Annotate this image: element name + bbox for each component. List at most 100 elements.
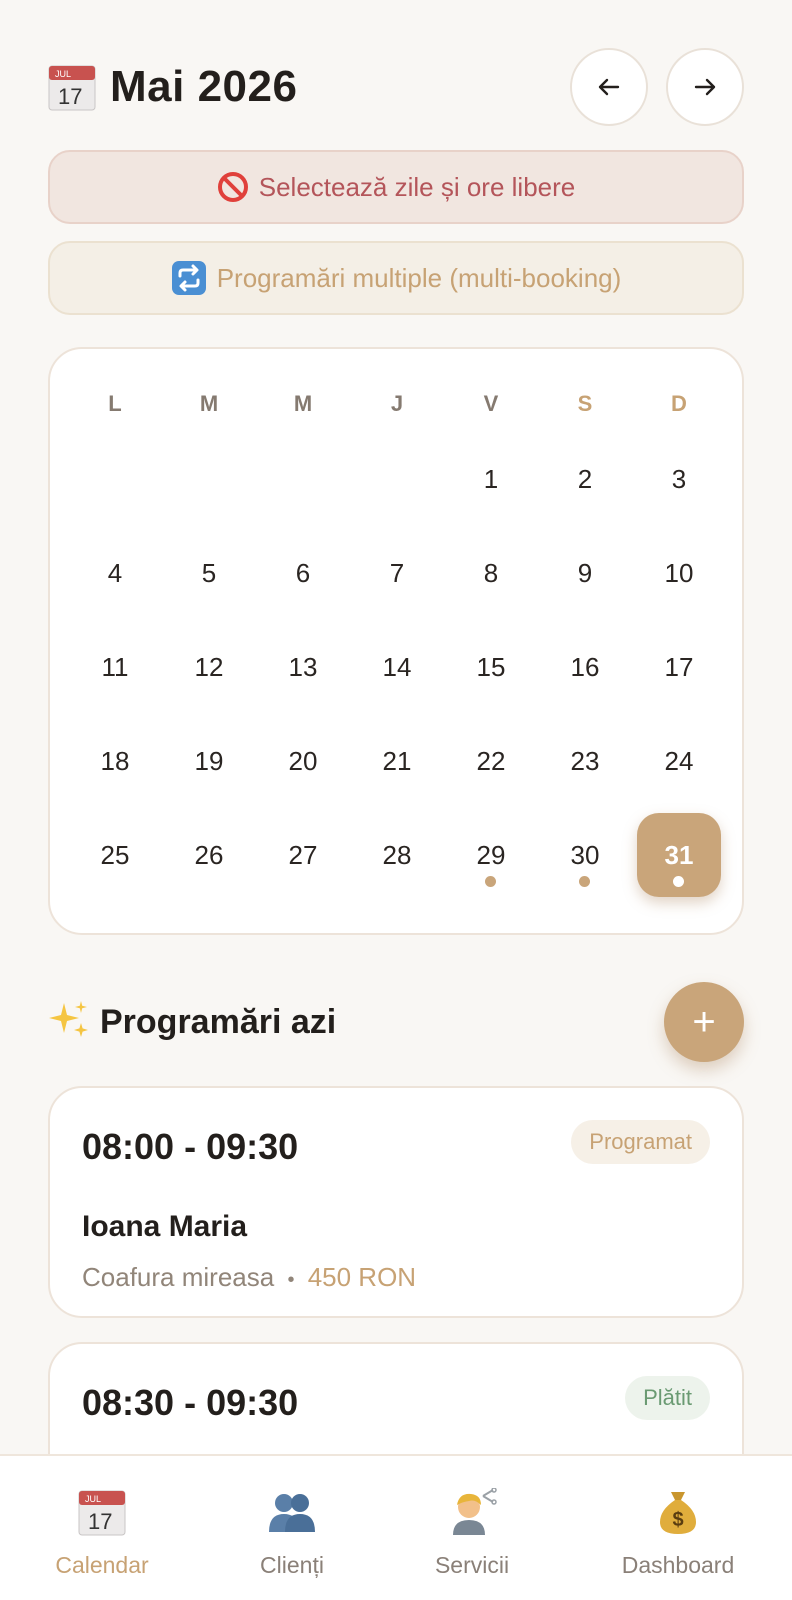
calendar-day[interactable]: 11 bbox=[73, 625, 157, 709]
calendar-day[interactable]: 23 bbox=[543, 719, 627, 803]
client-name: Ioana Maria bbox=[82, 1210, 248, 1243]
day-number: 5 bbox=[201, 558, 217, 588]
appointment-dot bbox=[673, 876, 684, 887]
calendar-day[interactable]: 24 bbox=[637, 719, 721, 803]
page-title: Mai 2026 bbox=[110, 62, 298, 111]
add-appointment-button[interactable]: + bbox=[664, 982, 744, 1062]
status-badge: Plătit bbox=[625, 1376, 710, 1420]
calendar-day[interactable]: 27 bbox=[261, 813, 345, 897]
calendar-day[interactable]: 31 bbox=[637, 813, 721, 897]
bottom-tab-bar: JUL 17 Calendar Clienți Servicii $ Dashb… bbox=[0, 1454, 792, 1600]
calendar-day[interactable]: 6 bbox=[261, 531, 345, 615]
calendar-day[interactable]: 8 bbox=[449, 531, 533, 615]
day-number: 18 bbox=[100, 746, 130, 776]
day-number: 27 bbox=[288, 840, 318, 870]
day-number: 21 bbox=[382, 746, 412, 776]
people-icon bbox=[202, 1486, 382, 1538]
day-number: 31 bbox=[664, 840, 694, 870]
calendar-day[interactable]: 13 bbox=[261, 625, 345, 709]
day-number: 4 bbox=[107, 558, 123, 588]
calendar-day[interactable]: 7 bbox=[355, 531, 439, 615]
svg-text:$: $ bbox=[672, 1509, 683, 1531]
hairdresser-icon bbox=[382, 1486, 562, 1538]
svg-text:JUL: JUL bbox=[85, 1494, 101, 1504]
calendar-day[interactable]: 14 bbox=[355, 625, 439, 709]
meta-separator: • bbox=[287, 1269, 295, 1291]
calendar-day[interactable]: 22 bbox=[449, 719, 533, 803]
day-number: 29 bbox=[476, 840, 506, 870]
day-number: 22 bbox=[476, 746, 506, 776]
calendar-day[interactable]: 15 bbox=[449, 625, 533, 709]
day-number: 13 bbox=[288, 652, 318, 682]
multi-booking-label: Programări multiple (multi-booking) bbox=[216, 262, 622, 293]
day-number: 28 bbox=[382, 840, 412, 870]
tab-label: Dashboard bbox=[621, 1552, 735, 1578]
calendar-day[interactable]: 9 bbox=[543, 531, 627, 615]
calendar-icon: JUL 17 bbox=[48, 63, 96, 111]
appointment-time: 08:30 - 09:30 bbox=[82, 1382, 299, 1423]
calendar-day[interactable]: 28 bbox=[355, 813, 439, 897]
day-number: 26 bbox=[194, 840, 224, 870]
next-month-button[interactable] bbox=[666, 48, 744, 126]
calendar-day[interactable]: 29 bbox=[449, 813, 533, 897]
calendar-day[interactable]: 19 bbox=[167, 719, 251, 803]
weekday-header: D bbox=[671, 391, 687, 416]
arrow-left-icon bbox=[598, 78, 620, 96]
calendar-day[interactable]: 17 bbox=[637, 625, 721, 709]
day-number: 1 bbox=[483, 464, 499, 494]
calendar-day[interactable]: 1 bbox=[449, 437, 533, 521]
calendar-day[interactable]: 20 bbox=[261, 719, 345, 803]
today-appointments-header: Programări azi + bbox=[48, 982, 744, 1062]
appointment-time: 08:00 - 09:30 bbox=[82, 1126, 299, 1167]
weekday-header: V bbox=[483, 391, 499, 416]
day-number: 24 bbox=[664, 746, 694, 776]
appointment-card[interactable]: 08:00 - 09:30 Programat Ioana Maria Coaf… bbox=[48, 1086, 744, 1318]
weekday-header: M bbox=[293, 391, 313, 416]
weekday-header: J bbox=[390, 391, 404, 416]
weekday-header: S bbox=[577, 391, 593, 416]
calendar-day[interactable]: 10 bbox=[637, 531, 721, 615]
day-number: 15 bbox=[476, 652, 506, 682]
tab-label: Servicii bbox=[434, 1552, 510, 1578]
tab-dashboard[interactable]: $ Dashboard bbox=[588, 1486, 768, 1579]
header: JUL 17 Mai 2026 bbox=[48, 48, 744, 126]
calendar-day[interactable]: 12 bbox=[167, 625, 251, 709]
calendar-icon-day: 17 bbox=[58, 84, 82, 109]
sparkles-icon bbox=[48, 999, 90, 1046]
title-wrap: JUL 17 Mai 2026 bbox=[48, 62, 552, 112]
day-number: 3 bbox=[671, 464, 687, 494]
weekday-header: L bbox=[108, 391, 122, 416]
day-number: 30 bbox=[570, 840, 600, 870]
calendar-day[interactable]: 26 bbox=[167, 813, 251, 897]
calendar-day[interactable]: 30 bbox=[543, 813, 627, 897]
calendar-day[interactable]: 25 bbox=[73, 813, 157, 897]
day-number: 16 bbox=[570, 652, 600, 682]
calendar-day[interactable]: 4 bbox=[73, 531, 157, 615]
prev-month-button[interactable] bbox=[570, 48, 648, 126]
tab-services[interactable]: Servicii bbox=[382, 1486, 562, 1579]
appointment-dot bbox=[485, 876, 496, 887]
tab-clients[interactable]: Clienți bbox=[202, 1486, 382, 1579]
calendar-icon-month: JUL bbox=[55, 69, 71, 79]
day-number: 14 bbox=[382, 652, 412, 682]
calendar-day[interactable]: 3 bbox=[637, 437, 721, 521]
tab-calendar[interactable]: JUL 17 Calendar bbox=[12, 1486, 192, 1579]
prohibited-icon bbox=[217, 171, 249, 203]
day-number: 11 bbox=[101, 652, 129, 682]
calendar-day[interactable]: 2 bbox=[543, 437, 627, 521]
service-price: 450 RON bbox=[307, 1262, 417, 1292]
calendar-day[interactable]: 18 bbox=[73, 719, 157, 803]
day-number: 2 bbox=[577, 464, 593, 494]
day-number: 19 bbox=[194, 746, 224, 776]
section-title: Programări azi bbox=[100, 1002, 337, 1041]
day-number: 6 bbox=[295, 558, 311, 588]
block-days-label: Selectează zile și ore libere bbox=[258, 171, 576, 202]
block-days-button[interactable]: Selectează zile și ore libere bbox=[48, 150, 744, 224]
calendar-day[interactable]: 16 bbox=[543, 625, 627, 709]
tab-label: Clienți bbox=[260, 1552, 324, 1578]
calendar-day[interactable]: 5 bbox=[167, 531, 251, 615]
calendar-day[interactable]: 21 bbox=[355, 719, 439, 803]
multi-booking-button[interactable]: Programări multiple (multi-booking) bbox=[48, 241, 744, 315]
appointment-dot bbox=[579, 876, 590, 887]
status-badge: Programat bbox=[571, 1120, 710, 1164]
